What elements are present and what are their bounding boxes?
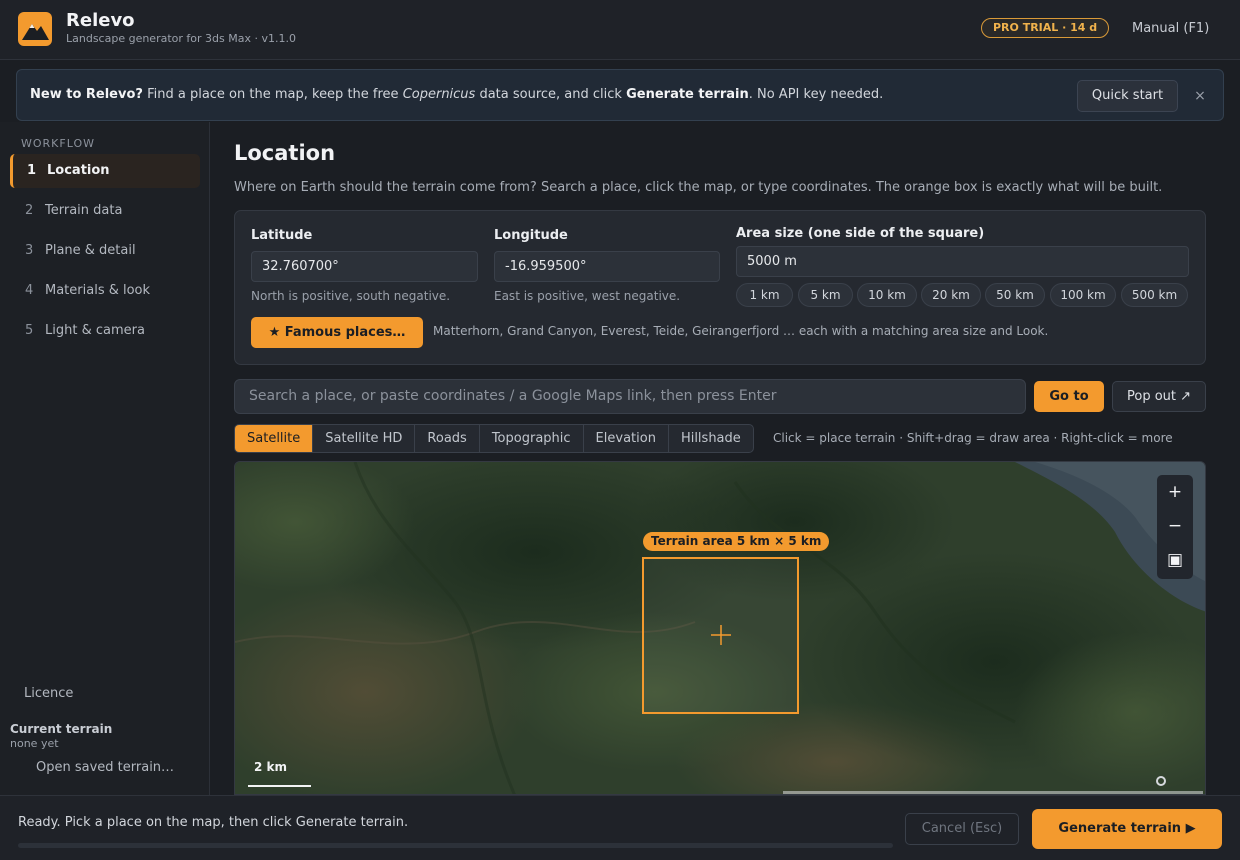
progress-bar <box>18 843 893 848</box>
sidebar-item-light-camera[interactable]: 5 Light & camera <box>10 314 200 348</box>
manual-link[interactable]: Manual (F1) <box>1132 21 1209 36</box>
map-scale-label: 2 km <box>254 760 288 774</box>
status-footer: Ready. Pick a place on the map, then cli… <box>0 795 1240 860</box>
famous-places-button[interactable]: ★ Famous places… <box>251 317 423 348</box>
place-search-input[interactable]: Search a place, or paste coordinates / a… <box>234 379 1026 414</box>
longitude-label: Longitude <box>494 228 568 243</box>
area-preset-500km[interactable]: 500 km <box>1121 283 1188 307</box>
tab-elevation[interactable]: Elevation <box>584 425 669 452</box>
area-preset-50km[interactable]: 50 km <box>985 283 1045 307</box>
quick-start-button[interactable]: Quick start <box>1077 80 1178 112</box>
sidebar-item-terrain-data[interactable]: 2 Terrain data <box>10 194 200 228</box>
workflow-label: WORKFLOW <box>21 137 95 150</box>
area-preset-20km[interactable]: 20 km <box>921 283 981 307</box>
fit-view-button[interactable]: ▣ <box>1157 543 1193 577</box>
famous-places-hint: Matterhorn, Grand Canyon, Everest, Teide… <box>433 324 1049 338</box>
locate-icon[interactable] <box>1156 776 1166 786</box>
pro-trial-badge[interactable]: PRO TRIAL · 14 d <box>981 18 1110 38</box>
zoom-out-button[interactable]: − <box>1157 509 1193 543</box>
licence-link[interactable]: Licence <box>24 686 73 701</box>
generate-terrain-button[interactable]: Generate terrain ▶ <box>1032 809 1222 849</box>
tab-satellite-hd[interactable]: Satellite HD <box>313 425 416 452</box>
area-preset-10km[interactable]: 10 km <box>857 283 917 307</box>
banner-text: New to Relevo? Find a place on the map, … <box>30 87 884 102</box>
location-card: Latitude 32.760700° North is positive, s… <box>234 210 1206 365</box>
tab-roads[interactable]: Roads <box>415 425 480 452</box>
area-preset-1km[interactable]: 1 km <box>736 283 793 307</box>
page-description: Where on Earth should the terrain come f… <box>234 180 1163 195</box>
map-scale-bar <box>248 785 311 787</box>
zoom-in-button[interactable]: + <box>1157 475 1193 509</box>
latitude-label: Latitude <box>251 228 313 243</box>
area-size-input[interactable]: 5000 m <box>736 246 1189 277</box>
area-preset-100km[interactable]: 100 km <box>1050 283 1116 307</box>
map-usage-hint: Click = place terrain · Shift+drag = dra… <box>773 431 1173 445</box>
tab-topographic[interactable]: Topographic <box>480 425 584 452</box>
tab-satellite[interactable]: Satellite <box>235 425 314 452</box>
workflow-sidebar: WORKFLOW 1 Location 2 Terrain data 3 Plane … <box>0 122 210 795</box>
close-icon[interactable]: × <box>1192 86 1208 106</box>
tab-hillshade[interactable]: Hillshade <box>669 425 753 452</box>
app-title: Relevo <box>66 10 135 31</box>
status-text: Ready. Pick a place on the map, then cli… <box>18 815 409 830</box>
sidebar-item-location[interactable]: 1 Location <box>10 154 200 188</box>
app-subtitle: Landscape generator for 3ds Max · v1.1.0 <box>66 32 296 45</box>
page-title: Location <box>234 141 336 165</box>
terrain-area-label: Terrain area 5 km × 5 km <box>643 532 830 551</box>
current-terrain-value: none yet <box>10 737 59 750</box>
mountain-logo-icon <box>18 12 52 46</box>
area-preset-5km[interactable]: 5 km <box>798 283 853 307</box>
open-saved-terrain-link[interactable]: Open saved terrain… <box>36 760 174 775</box>
go-to-button[interactable]: Go to <box>1034 381 1104 412</box>
sidebar-item-materials-look[interactable]: 4 Materials & look <box>10 274 200 308</box>
latitude-hint: North is positive, south negative. <box>251 289 451 303</box>
sidebar-item-plane-detail[interactable]: 3 Plane & detail <box>10 234 200 268</box>
pop-out-button[interactable]: Pop out ↗ <box>1112 381 1206 412</box>
crosshair-icon <box>711 625 731 645</box>
area-size-label: Area size (one side of the square) <box>736 226 985 241</box>
longitude-input[interactable]: -16.959500° <box>494 251 720 282</box>
current-terrain-label: Current terrain <box>10 722 113 736</box>
longitude-hint: East is positive, west negative. <box>494 289 681 303</box>
terrain-area-box[interactable] <box>642 557 799 714</box>
app-header: Relevo Landscape generator for 3ds Max ·… <box>0 0 1240 60</box>
zoom-controls: + − ▣ <box>1157 475 1193 579</box>
cancel-button[interactable]: Cancel (Esc) <box>905 813 1019 845</box>
welcome-banner: New to Relevo? Find a place on the map, … <box>16 69 1224 121</box>
latitude-input[interactable]: 32.760700° <box>251 251 478 282</box>
map-style-tabs: Satellite Satellite HD Roads Topographic… <box>234 424 754 453</box>
satellite-map[interactable]: + − ▣ Terrain area 5 km × 5 km 2 km <box>234 461 1206 795</box>
